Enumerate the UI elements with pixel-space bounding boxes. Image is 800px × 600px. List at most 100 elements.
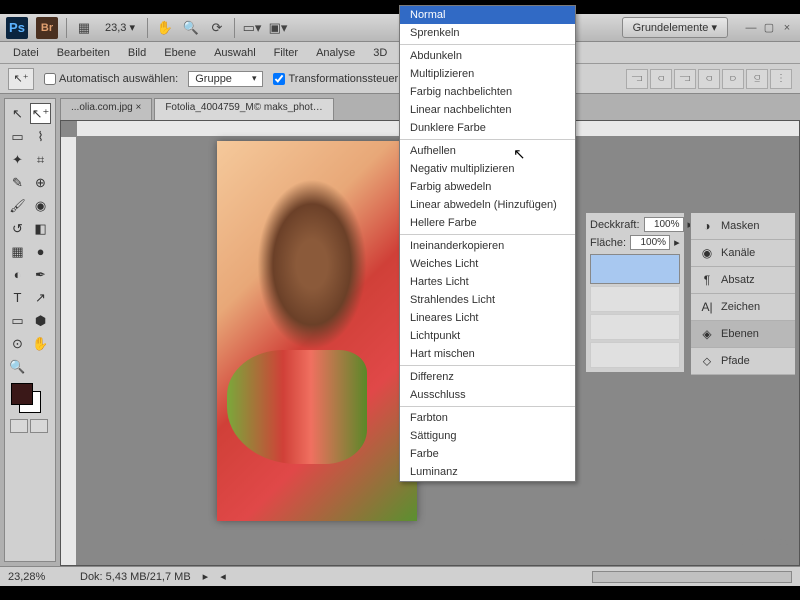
dock-zeichen[interactable]: A|Zeichen [691,294,795,321]
mode-farbig-abwedeln[interactable]: Farbig abwedeln [400,178,575,196]
history-brush-tool[interactable]: ↺ [7,218,28,239]
mode-linear-nachbelichten[interactable]: Linear nachbelichten [400,101,575,119]
tab-2[interactable]: Fotolia_4004759_M© maks_photo - Fotolia.… [154,98,334,120]
mode-saettigung[interactable]: Sättigung [400,427,575,445]
opacity-input[interactable] [644,217,684,232]
mode-farbe[interactable]: Farbe [400,445,575,463]
bridge-logo-icon[interactable]: Br [36,17,58,39]
status-zoom[interactable]: 23,28% [8,571,68,583]
menu-analyse[interactable]: Analyse [307,44,364,62]
wand-tool[interactable]: ✦ [7,149,28,170]
canvas-image[interactable] [217,141,417,521]
brush-tool[interactable]: 🖌 [7,195,28,216]
align-6[interactable]: ⫑ [746,69,768,89]
move-tool-icon[interactable]: ↖⁺ [8,68,34,90]
mode-lineares-licht[interactable]: Lineares Licht [400,309,575,327]
transform-controls-checkbox[interactable]: Transformationssteuer [273,73,398,85]
dock-pfade[interactable]: ⬦Pfade [691,348,795,375]
menu-filter[interactable]: Filter [265,44,307,62]
path-tool[interactable]: ↗ [30,287,51,308]
dodge-tool[interactable]: ◐ [7,264,28,285]
mode-abdunkeln[interactable]: Abdunkeln [400,47,575,65]
move-tool-sel[interactable]: ↖⁺ [30,103,51,124]
marquee-tool[interactable]: ▭ [7,126,28,147]
shape-tool[interactable]: ▭ [7,310,28,331]
mode-farbton[interactable]: Farbton [400,409,575,427]
screen-mode-icon[interactable]: ▣▾ [269,19,287,37]
photoshop-logo-icon[interactable]: Ps [6,17,28,39]
mode-negativ-multiplizieren[interactable]: Negativ multiplizieren [400,160,575,178]
close-icon[interactable]: × [780,21,794,35]
dock-kanaele[interactable]: ◉Kanäle [691,240,795,267]
auto-select-combo[interactable]: Gruppe [188,71,263,87]
mode-dunklere-farbe[interactable]: Dunklere Farbe [400,119,575,137]
menu-ebene[interactable]: Ebene [155,44,205,62]
mode-aufhellen[interactable]: Aufhellen [400,142,575,160]
mode-hellere-farbe[interactable]: Hellere Farbe [400,214,575,232]
dock-masken[interactable]: ◑Masken [691,213,795,240]
mode-luminanz[interactable]: Luminanz [400,463,575,481]
mode-weiches-licht[interactable]: Weiches Licht [400,255,575,273]
zoom-icon[interactable]: 🔍 [182,19,200,37]
maximize-icon[interactable]: ▢ [762,21,776,35]
blur-tool[interactable]: ● [30,241,51,262]
mode-hartes-licht[interactable]: Hartes Licht [400,273,575,291]
mode-lichtpunkt[interactable]: Lichtpunkt [400,327,575,345]
zoom-level[interactable]: 23,3 ▾ [101,21,139,34]
eraser-tool[interactable]: ◧ [30,218,51,239]
mode-ineinanderkopieren[interactable]: Ineinanderkopieren [400,237,575,255]
dock-ebenen[interactable]: ◈Ebenen [691,321,795,348]
quickmask-on[interactable] [30,419,48,433]
pen-tool[interactable]: ✒ [30,264,51,285]
zoom-tool[interactable]: 🔍 [7,356,28,377]
hand-icon[interactable]: ✋ [156,19,174,37]
mode-differenz[interactable]: Differenz [400,368,575,386]
align-1[interactable]: ⫎ [626,69,648,89]
lasso-tool[interactable]: ⌇ [30,126,51,147]
color-swatches[interactable] [7,383,51,415]
menu-bearbeiten[interactable]: Bearbeiten [48,44,119,62]
menu-datei[interactable]: Datei [4,44,48,62]
align-7[interactable]: ⋮ [770,69,792,89]
layer-selected[interactable] [590,254,680,284]
mode-strahlendes-licht[interactable]: Strahlendes Licht [400,291,575,309]
align-2[interactable]: ⫏ [650,69,672,89]
heal-tool[interactable]: ⊕ [30,172,51,193]
tab-1[interactable]: ...olia.com.jpg × [60,98,152,120]
align-4[interactable]: ⫏ [698,69,720,89]
mode-farbig-nachbelichten[interactable]: Farbig nachbelichten [400,83,575,101]
status-flyout-icon[interactable]: ▸ [203,570,209,583]
3d-tool[interactable]: ⬢ [30,310,51,331]
menu-bild[interactable]: Bild [119,44,155,62]
menu-3d[interactable]: 3D [364,44,396,62]
scroll-left-icon[interactable]: ◂ [220,570,226,583]
auto-select-checkbox[interactable]: Automatisch auswählen: [44,73,178,85]
3d-cam-tool[interactable]: ⊙ [7,333,28,354]
rotate-icon[interactable]: ⟳ [208,19,226,37]
layer-extra2[interactable] [590,342,680,368]
mode-normal[interactable]: Normal [400,6,575,24]
layer-bg[interactable] [590,286,680,312]
mode-multiplizieren[interactable]: Multiplizieren [400,65,575,83]
gradient-tool[interactable]: ▦ [7,241,28,262]
flyout-icon-2[interactable]: ▸ [674,236,680,249]
workspace-selector[interactable]: Grundelemente ▾ [622,17,728,38]
hand-tool[interactable]: ✋ [30,333,51,354]
mode-ausschluss[interactable]: Ausschluss [400,386,575,404]
minimize-icon[interactable]: — [744,21,758,35]
layer-extra1[interactable] [590,314,680,340]
mode-hart-mischen[interactable]: Hart mischen [400,345,575,363]
align-3[interactable]: ⫎ [674,69,696,89]
arrange-icon[interactable]: ▭▾ [243,19,261,37]
eyedropper-tool[interactable]: ✎ [7,172,28,193]
dock-absatz[interactable]: ¶Absatz [691,267,795,294]
launch-icon[interactable]: ▦ [75,19,93,37]
crop-tool[interactable]: ⌗ [30,149,51,170]
menu-auswahl[interactable]: Auswahl [205,44,265,62]
mode-sprenkeln[interactable]: Sprenkeln [400,24,575,42]
quickmask-off[interactable] [10,419,28,433]
h-scrollbar[interactable] [592,571,792,583]
stamp-tool[interactable]: ◉ [30,195,51,216]
fill-input[interactable] [630,235,670,250]
type-tool[interactable]: T [7,287,28,308]
